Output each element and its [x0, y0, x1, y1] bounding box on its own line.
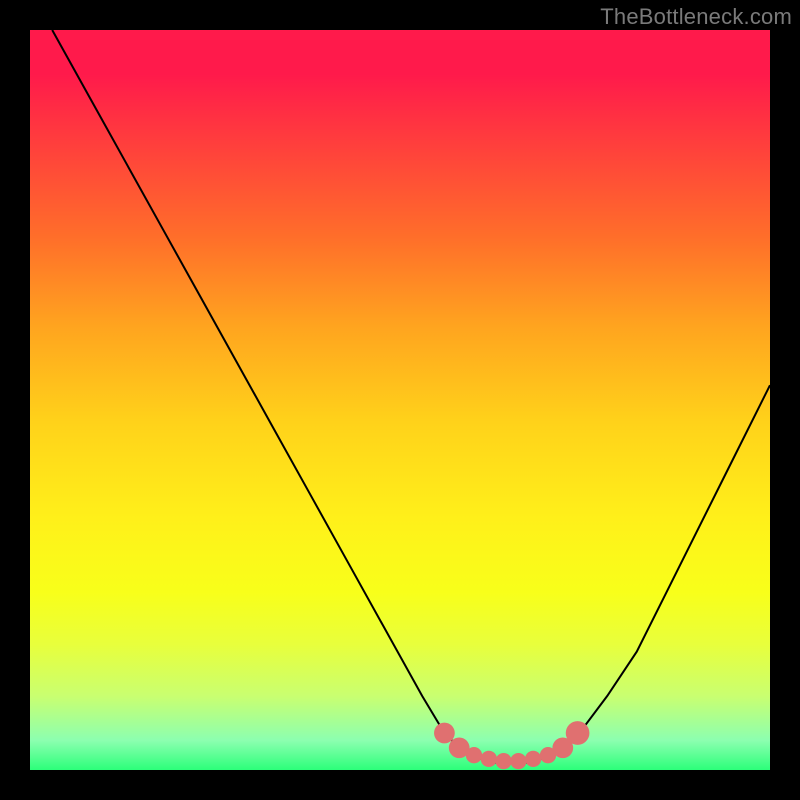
curve-marker — [566, 721, 590, 745]
bottleneck-curve — [52, 30, 770, 763]
curve-marker — [510, 753, 526, 769]
curve-marker — [466, 747, 482, 763]
curve-marker — [434, 723, 455, 744]
curve-marker — [525, 751, 541, 767]
curve-markers — [434, 721, 589, 769]
plot-area — [30, 30, 770, 770]
curve-marker — [495, 753, 511, 769]
curve-marker — [481, 751, 497, 767]
watermark-text: TheBottleneck.com — [600, 4, 792, 30]
curve-path — [52, 30, 770, 763]
chart-frame: TheBottleneck.com — [0, 0, 800, 800]
chart-svg — [30, 30, 770, 770]
